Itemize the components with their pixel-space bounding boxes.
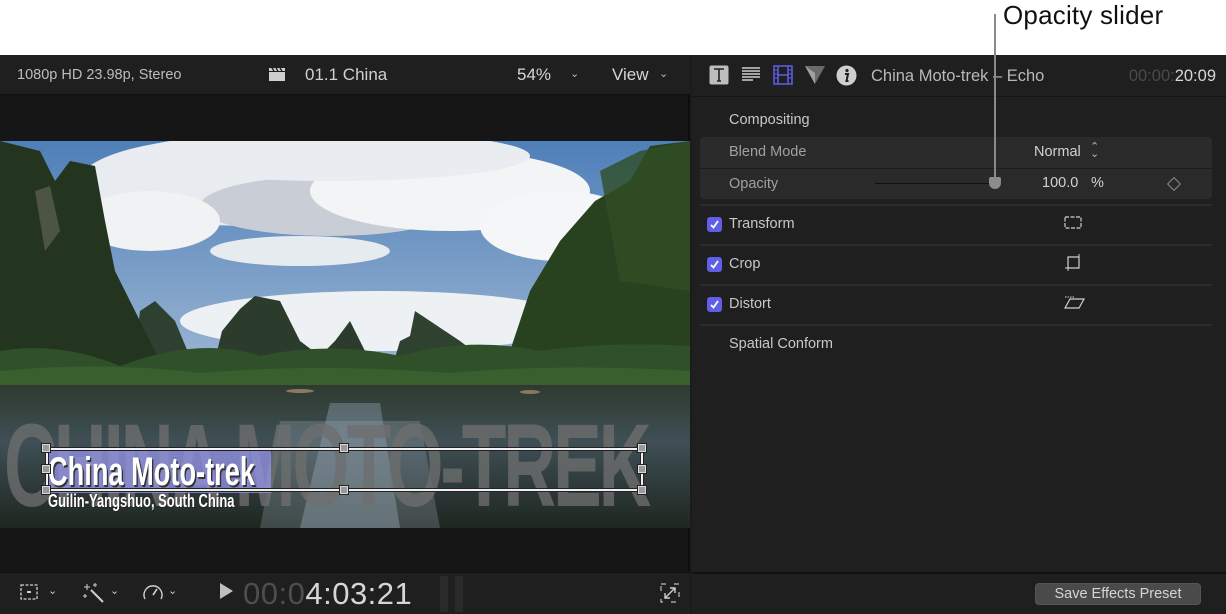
crop-onscreen-icon[interactable]	[1064, 254, 1082, 277]
opacity-slider-track[interactable]	[875, 183, 995, 184]
timecode-display: 00:04:03:21	[243, 576, 412, 612]
chevron-down-icon[interactable]: ⌄	[168, 584, 177, 597]
chevron-down-icon[interactable]: ⌄	[48, 584, 57, 597]
crop-heading[interactable]: Crop	[729, 256, 760, 272]
chevron-down-icon[interactable]: ⌄	[110, 584, 119, 597]
divider	[700, 168, 1212, 169]
info-icon[interactable]	[836, 65, 857, 91]
format-info: 1080p HD 23.98p, Stereo	[17, 66, 182, 83]
resize-handle-middle-left[interactable]	[41, 464, 51, 474]
inspector-footer: Save Effects Preset	[692, 572, 1226, 614]
inspector-header: China Moto-trek – Echo 00:00:20:09	[692, 55, 1226, 97]
resize-handle-top-center[interactable]	[339, 443, 349, 453]
inspector-clip-title: China Moto-trek – Echo	[871, 67, 1045, 85]
play-button[interactable]	[220, 583, 233, 599]
timecode-dim: 00:0	[243, 576, 306, 611]
duration-dim: 00:00:	[1128, 67, 1175, 85]
resize-handle-bottom-right[interactable]	[637, 485, 647, 495]
clapperboard-icon	[268, 67, 286, 82]
up-down-chevron-icon[interactable]: ⌃ ⌄	[1090, 142, 1099, 160]
text-T-icon[interactable]	[709, 65, 729, 90]
timecode-bright: 4:03:21	[305, 576, 413, 611]
divider	[700, 284, 1212, 286]
transform-onscreen-icon[interactable]	[1064, 215, 1082, 236]
audio-meter-left	[440, 576, 448, 612]
title-main-text[interactable]: China Moto-trek	[48, 452, 255, 492]
blend-mode-label: Blend Mode	[729, 144, 807, 160]
transform-checkbox[interactable]	[707, 217, 722, 232]
blend-mode-popup[interactable]: Normal	[1034, 144, 1081, 160]
divider	[700, 324, 1212, 326]
zoom-level-menu[interactable]: 54%	[517, 65, 551, 85]
speedometer-icon[interactable]	[142, 582, 164, 609]
view-menu[interactable]: View	[612, 65, 649, 85]
distort-checkbox[interactable]	[707, 297, 722, 312]
duration-bright: 20:09	[1174, 67, 1216, 85]
resize-handle-bottom-left[interactable]	[41, 485, 51, 495]
viewer: 1080p HD 23.98p, Stereo 01.1 China 54% ⌄…	[0, 55, 690, 614]
clip-duration: 00:00:20:09	[1129, 67, 1216, 86]
title-subtitle-text[interactable]: Guilin-Yangshuo, South China	[48, 492, 234, 510]
distort-heading[interactable]: Distort	[729, 296, 771, 312]
divider	[700, 244, 1212, 246]
crop-checkbox[interactable]	[707, 257, 722, 272]
opacity-value-field[interactable]: 100.0	[1042, 175, 1078, 191]
fullscreen-icon[interactable]	[660, 583, 680, 608]
viewer-header: 1080p HD 23.98p, Stereo 01.1 China 54% ⌄…	[0, 55, 690, 95]
viewer-footer: ⌄ ⌄ ⌄ 00:04:03:21	[0, 572, 690, 614]
distort-onscreen-icon[interactable]	[1063, 295, 1086, 316]
callout-pointer-line	[994, 14, 996, 182]
opacity-label: Opacity	[729, 176, 779, 192]
callout-opacity-slider: Opacity slider	[1003, 0, 1164, 30]
chevron-down-icon[interactable]: ⌄	[570, 67, 579, 80]
compositing-heading[interactable]: Compositing	[729, 112, 810, 128]
opacity-unit: %	[1091, 175, 1104, 191]
final-cut-window: 1080p HD 23.98p, Stereo 01.1 China 54% ⌄…	[0, 55, 1226, 614]
spatial-conform-heading[interactable]: Spatial Conform	[729, 336, 833, 352]
inspector: China Moto-trek – Echo 00:00:20:09 Compo…	[692, 55, 1226, 614]
resize-handle-top-right[interactable]	[637, 443, 647, 453]
chevron-down-icon[interactable]: ⌄	[659, 67, 668, 80]
resize-handle-top-left[interactable]	[41, 443, 51, 453]
filmstrip-icon[interactable]	[773, 65, 793, 90]
audio-meter-right	[455, 576, 463, 612]
resize-handle-middle-right[interactable]	[637, 464, 647, 474]
save-effects-preset-button[interactable]: Save Effects Preset	[1035, 583, 1201, 605]
resize-handle-bottom-center[interactable]	[339, 485, 349, 495]
clip-name: 01.1 China	[305, 64, 388, 84]
transform-heading[interactable]: Transform	[729, 216, 795, 232]
transform-icon[interactable]	[19, 582, 39, 607]
paragraph-icon[interactable]	[741, 65, 761, 90]
magic-wand-icon[interactable]	[83, 582, 105, 609]
color-triangle-icon[interactable]	[804, 65, 826, 90]
divider	[700, 204, 1212, 206]
